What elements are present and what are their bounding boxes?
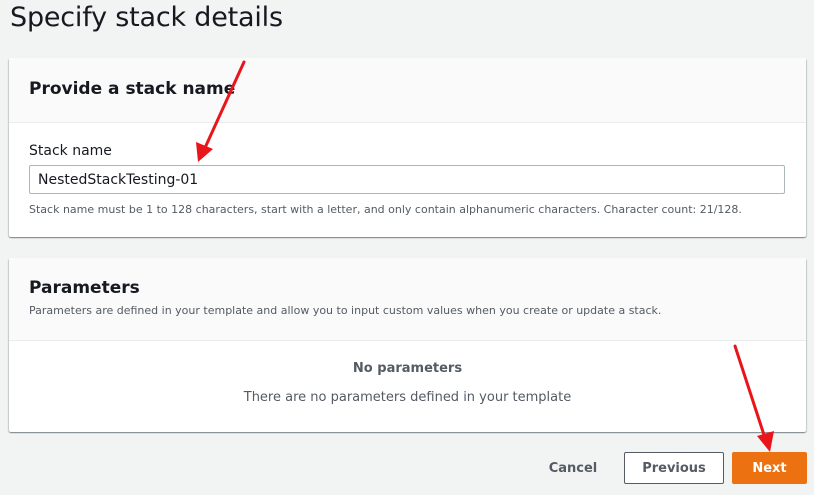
stack-name-constraint-text: Stack name must be 1 to 128 characters, …: [29, 203, 742, 216]
stack-name-panel-body: Stack name Stack name must be 1 to 128 c…: [9, 123, 806, 237]
parameters-panel: Parameters Parameters are defined in you…: [9, 258, 806, 432]
parameters-empty-state: No parameters There are no parameters de…: [9, 341, 806, 432]
stack-name-panel-header: Provide a stack name: [9, 58, 806, 123]
parameters-panel-header: Parameters Parameters are defined in you…: [9, 258, 806, 341]
stack-name-label: Stack name: [29, 143, 112, 159]
next-button[interactable]: Next: [732, 452, 807, 484]
previous-button[interactable]: Previous: [624, 452, 724, 484]
parameters-panel-description: Parameters are defined in your template …: [29, 304, 662, 317]
page-title: Specify stack details: [10, 2, 283, 33]
stack-name-input[interactable]: [29, 165, 785, 194]
stack-name-panel-title: Provide a stack name: [29, 79, 236, 99]
cancel-button[interactable]: Cancel: [531, 452, 615, 484]
no-parameters-title: No parameters: [352, 361, 463, 376]
no-parameters-description: There are no parameters defined in your …: [243, 390, 572, 405]
parameters-panel-title: Parameters: [29, 278, 140, 298]
stack-name-panel: Provide a stack name Stack name Stack na…: [9, 58, 806, 237]
